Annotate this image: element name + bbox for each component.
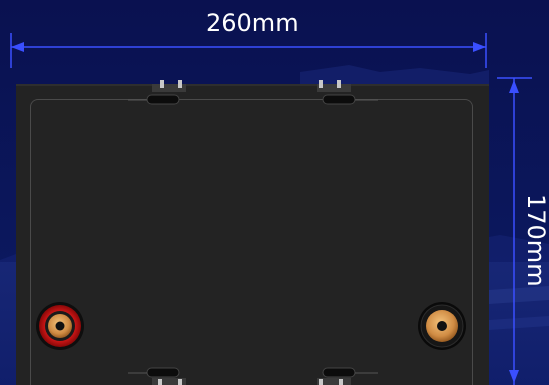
top-right-handle-mount — [317, 80, 378, 105]
positive-terminal — [36, 302, 84, 350]
top-left-handle-mount — [128, 80, 186, 105]
negative-terminal — [418, 302, 466, 350]
battery-details — [16, 80, 489, 385]
height-dimension-label: 170mm — [522, 194, 549, 287]
bottom-right-handle-mount — [317, 367, 378, 385]
width-dimension-label: 260mm — [206, 9, 299, 37]
bottom-left-handle-mount — [128, 367, 186, 385]
